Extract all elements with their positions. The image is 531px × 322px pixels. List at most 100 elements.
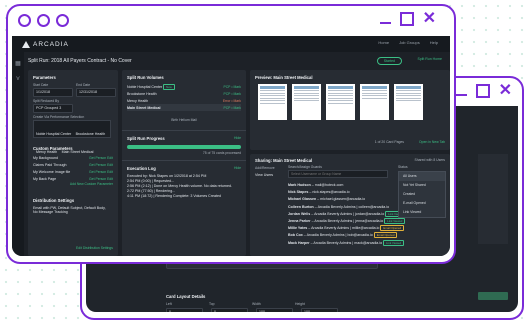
status-filter-dropdown[interactable]: All Users Not Yet Shared Created E-mail … [398,171,446,218]
edit-link[interactable]: Edit [107,170,113,174]
status-badge: Link Viewed [383,239,405,246]
page-thumbnail[interactable] [394,84,423,120]
width-input[interactable]: 100 [256,308,293,312]
search-user-input[interactable] [288,170,388,178]
execution-log: Executed by: Nick Stapes on 1/2/2018 at … [127,174,241,199]
user-email: Arcadia Beverly Admins | bob@arcadia.io [306,233,373,238]
list-item[interactable]: Noble Hospital Center New PCP • Mark [127,83,241,90]
progress-bar [127,145,241,149]
close-icon[interactable]: ✕ [423,11,436,27]
volume-mark-link[interactable]: Mark [233,99,241,103]
filter-icon[interactable]: ⋎ [12,75,24,82]
custom-parameters-title: Custom Parameters [33,146,73,151]
maximize-icon[interactable] [399,12,414,26]
top-menu-job-groups[interactable]: Job Groups [399,40,420,45]
edit-distribution-link[interactable]: Edit Distribution Settings [76,246,113,250]
top-input[interactable]: 0 [211,308,248,312]
volumes-list: Noble Hospital Center New PCP • Mark Bro… [127,83,241,111]
list-item[interactable]: Bob Cox – Arcadia Beverly Admins | bob@a… [288,232,448,239]
dropdown-option[interactable]: All Users [399,172,445,181]
list-item: My Back Page Get Person Edit [33,175,113,182]
split-reduced-select[interactable]: PCP Grouped 3 [33,104,73,113]
page-thumbnail[interactable] [292,84,321,120]
distribution-title: Distribution Settings [33,198,75,203]
end-date-input[interactable]: 12/31/2018 [76,88,116,97]
list-item[interactable]: Jenna Parker – Arcadia Beverly Admins | … [288,218,448,225]
run-title: Split Run: 2018 All Payers Contract - No… [28,58,132,64]
front-titlebar: ✕ [8,6,454,34]
list-item: Claims Paid Through Get Person Edit [33,161,113,168]
careproviders-box[interactable]: Noble Hospital Center Brookstone Health … [33,120,111,154]
add-custom-parameter-link[interactable]: Add New Custom Parameter [33,182,113,186]
preview-panel: Preview: Main Street Medical 1 of 20 Car… [250,70,450,150]
user-name: Millie Yates [288,226,308,231]
start-date-input[interactable]: 1/1/2018 [33,88,73,97]
preview-title: Preview: Main Street Medical [255,75,313,80]
view-users-label[interactable]: View Users [255,173,273,177]
divider [122,130,246,131]
careprovider-chip[interactable]: Noble Hospital Center [36,132,71,136]
dropdown-option[interactable]: Link Viewed [399,208,445,217]
careprovider-chip[interactable]: Brookstone Health [76,132,106,136]
list-item[interactable]: Brookstone Health PCP • Mark [127,90,241,97]
volumes-footer: Birth Helium Mail [171,118,197,122]
left-input[interactable]: 0 [166,308,203,312]
volume-mark-link[interactable]: Mark [233,85,241,89]
add-remove-label[interactable]: Add/Remove [255,166,275,170]
minimize-icon[interactable] [379,22,391,24]
volumes-title: Split Run Volumes [127,75,164,80]
page-thumbnail[interactable] [326,84,355,120]
user-name: Mark Hudson [288,183,311,187]
maximize-icon[interactable] [475,84,490,98]
progress-hide-link[interactable]: Hide [234,136,241,140]
close-icon[interactable]: ✕ [499,83,512,99]
app-logo: ARCADIA [22,40,69,48]
get-person-link[interactable]: Get Person [89,163,106,167]
get-person-link[interactable]: Get Person [89,170,106,174]
get-person-link[interactable]: Get Person [89,156,106,160]
user-email: Arcadia Beverly Admins | millie@arcadia.… [311,226,380,231]
edit-link[interactable]: Edit [107,156,113,160]
progress-title: Split Run Progress [127,136,165,141]
page-thumbnail[interactable] [360,84,389,120]
log-hide-link[interactable]: Hide [234,166,241,170]
logo-text: ARCADIA [33,40,69,48]
top-menu-help[interactable]: Help [430,40,438,45]
open-new-tab-link[interactable]: Open in New Tab [419,140,445,144]
user-email: Arcadia Beverly Admins | colleen@arcadia… [317,204,390,209]
status-badge: Link Viewed [384,218,406,225]
dropdown-option[interactable]: E-mail Opened [399,199,445,208]
back-action-button[interactable] [478,292,508,300]
minimize-icon[interactable] [455,94,467,96]
window-dot-icon [18,14,31,27]
user-name: Bob Cox [288,233,303,238]
list-item[interactable]: Mercy Health Error • Mark [127,97,241,104]
grid-icon[interactable]: ▦ [12,60,24,67]
parameters-title: Parameters [33,75,56,80]
top-menu-home[interactable]: Home [378,40,389,45]
new-badge: New [163,83,175,90]
split-run-home-link[interactable]: Split Run Home [417,57,442,61]
edit-link[interactable]: Edit [107,163,113,167]
user-email: michael.glassen@arcadia.io [320,197,366,202]
arcadia-logo-icon [22,40,30,48]
list-item-selected[interactable]: Main Street Medical PCP • Mark [127,104,241,111]
front-window: ✕ ARCADIA Home Job Groups Help ▦ ⋎ Split… [6,4,456,264]
dropdown-option[interactable]: Not Yet Shared [399,181,445,190]
user-email: Arcadia Beverly Admins | mack@arcadia.io [313,240,383,245]
status-label: Status [398,165,408,169]
shared-with-text: Shared with 8 Users [414,158,445,162]
status-badge: Email Opened [373,232,398,239]
get-person-link[interactable]: Get Person [89,177,106,181]
list-item[interactable]: Millie Yates – Arcadia Beverly Admins | … [288,225,448,232]
list-item[interactable]: Mack Harper – Arcadia Beverly Admins | m… [288,239,448,247]
custom-parameter-label: Claims Paid Through [33,162,67,167]
page-thumbnail[interactable] [258,84,287,120]
volume-mark-link[interactable]: Mark [233,106,241,110]
height-input[interactable]: 100 [301,308,338,312]
dropdown-option[interactable]: Created [399,190,445,199]
volume-count: PCP [223,91,231,96]
layout-header: Top [209,302,215,306]
edit-link[interactable]: Edit [107,177,113,181]
volume-mark-link[interactable]: Mark [233,92,241,96]
